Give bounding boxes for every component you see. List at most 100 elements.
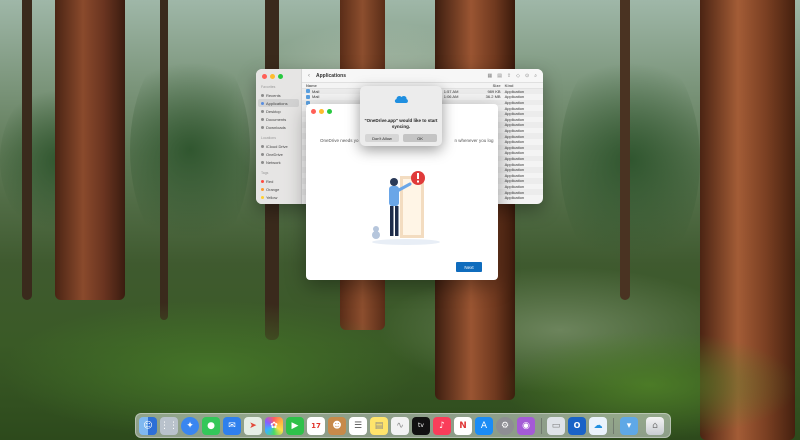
window-controls [311, 109, 332, 114]
sidebar-item-downloads[interactable]: Downloads [256, 123, 301, 131]
sidebar-item-network[interactable]: Network [256, 158, 301, 166]
appstore-dock-icon[interactable]: A [475, 417, 493, 435]
sidebar-item-applications[interactable]: Applications [258, 99, 299, 107]
preview-dock-icon[interactable]: ▭ [547, 417, 565, 435]
zoom-button[interactable] [278, 74, 283, 79]
sidebar-item-label: Network [266, 159, 281, 165]
cloud-icon [261, 144, 264, 148]
file-name-text: Mail [312, 94, 320, 100]
tree-trunk [22, 0, 32, 300]
safari-dock-icon[interactable]: ✦ [181, 417, 199, 435]
messages-dock-icon[interactable]: ● [202, 417, 220, 435]
sidebar-item-desktop[interactable]: Desktop [256, 107, 301, 115]
sidebar-item-label: Recents [266, 92, 281, 98]
intro-text-left: OneDrive needs yo [320, 138, 359, 143]
sidebar-item-label: Red [266, 178, 274, 184]
cloud-icon [261, 152, 264, 156]
file-kind: Application [504, 116, 525, 122]
file-kind: Application [504, 189, 525, 195]
news-dock-icon[interactable]: N [454, 417, 472, 435]
close-button[interactable] [262, 74, 267, 79]
search-icon[interactable]: ⌕ [534, 73, 537, 79]
file-size: 989 KB [487, 88, 501, 94]
file-date: 1:06 AM [443, 94, 459, 100]
file-kind: Application [504, 150, 525, 156]
file-kind: Application [504, 139, 525, 145]
sidebar-item-icloud-drive[interactable]: iCloud Drive [256, 142, 301, 150]
file-kind: Application [504, 100, 525, 106]
finder-sidebar: Favorites Recents Applications Desktop D… [256, 69, 302, 204]
column-size[interactable]: Size [485, 83, 505, 88]
tag-dot-icon [261, 195, 264, 199]
sidebar-tag-red[interactable]: Red [256, 177, 301, 185]
window-title: Applications [316, 72, 347, 79]
file-name-text: Mail [312, 88, 320, 94]
podcasts-dock-icon[interactable]: ◉ [517, 417, 535, 435]
alert-message: "OneDrive.app" would like to start synci… [364, 118, 438, 129]
file-kind: Application [504, 195, 525, 201]
maps-dock-icon[interactable]: ➤ [244, 417, 262, 435]
tag-dot-icon [261, 187, 264, 191]
sidebar-item-label: Orange [266, 186, 280, 192]
facetime-dock-icon[interactable]: ▶ [286, 417, 304, 435]
file-kind: Application [504, 122, 525, 128]
dont-allow-button[interactable]: Don't Allow [365, 134, 399, 142]
file-kind: Application [504, 144, 525, 150]
file-kind: Application [504, 161, 525, 167]
view-grid-icon[interactable]: ▦ [487, 73, 492, 79]
notes-dock-icon[interactable]: ▤ [370, 417, 388, 435]
file-kind: Application [504, 94, 525, 100]
globe-icon [261, 160, 264, 164]
ok-button[interactable]: OK [403, 134, 437, 142]
foliage [560, 40, 700, 280]
music-dock-icon[interactable]: ♪ [433, 417, 451, 435]
sidebar-item-documents[interactable]: Documents [256, 115, 301, 123]
sidebar-item-label: Downloads [266, 124, 286, 130]
mail-dock-icon[interactable]: ✉ [223, 417, 241, 435]
sidebar-tag-orange[interactable]: Orange [256, 185, 301, 193]
back-button[interactable]: ‹ [308, 73, 310, 79]
sidebar-tag-yellow[interactable]: Yellow [256, 193, 301, 201]
close-button[interactable] [311, 109, 316, 114]
column-kind[interactable]: Kind [505, 83, 539, 88]
calendar-dock-icon[interactable]: 17 [307, 417, 325, 435]
sync-permission-alert[interactable]: "OneDrive.app" would like to start synci… [360, 86, 442, 146]
sidebar-item-label: Yellow [266, 194, 278, 200]
launchpad-dock-icon[interactable]: ⋮⋮ [160, 417, 178, 435]
alert-buttons: Don't Allow OK [365, 134, 437, 142]
outlook-dock-icon[interactable]: O [568, 417, 586, 435]
share-icon[interactable]: ⇪ [507, 73, 511, 79]
download-icon [261, 125, 264, 129]
photos-dock-icon[interactable]: ✿ [265, 417, 283, 435]
minimize-button[interactable] [319, 109, 324, 114]
next-button[interactable]: Next [456, 262, 482, 272]
zoom-button[interactable] [327, 109, 332, 114]
contacts-dock-icon[interactable]: ☻ [328, 417, 346, 435]
file-kind: Application [504, 128, 525, 134]
freeform-dock-icon[interactable]: ∿ [391, 417, 409, 435]
sidebar-item-label: OneDrive [266, 151, 283, 157]
appletv-dock-icon[interactable]: tv [412, 417, 430, 435]
minimize-button[interactable] [270, 74, 275, 79]
sidebar-section-tags: Tags [261, 171, 269, 175]
sidebar-item-recents[interactable]: Recents [256, 91, 301, 99]
file-date: 1:57 AM [443, 88, 459, 94]
onedrive-cloud-icon [394, 95, 408, 103]
tree-trunk [160, 0, 168, 320]
foliage [130, 40, 250, 260]
file-kind: Application [504, 88, 525, 94]
onedrive-dock-icon[interactable]: ☁ [589, 417, 607, 435]
downloads-folder-dock-icon[interactable]: ▾ [620, 417, 638, 435]
finder-dock-icon[interactable]: ☺ [139, 417, 157, 435]
sidebar-item-onedrive[interactable]: OneDrive [256, 150, 301, 158]
intro-text-right: n whenever you log [454, 138, 494, 143]
tag-icon[interactable]: ◇ [516, 73, 520, 79]
appletv-label: tv [418, 422, 424, 429]
more-icon[interactable]: ⊙ [525, 73, 529, 79]
reminders-dock-icon[interactable]: ☰ [349, 417, 367, 435]
system-settings-dock-icon[interactable]: ⚙ [496, 417, 514, 435]
trash-dock-icon[interactable]: ⌂ [646, 417, 664, 435]
clock-icon [261, 93, 264, 97]
sidebar-section-locations: Locations [261, 136, 276, 140]
group-icon[interactable]: ▤ [497, 73, 502, 79]
